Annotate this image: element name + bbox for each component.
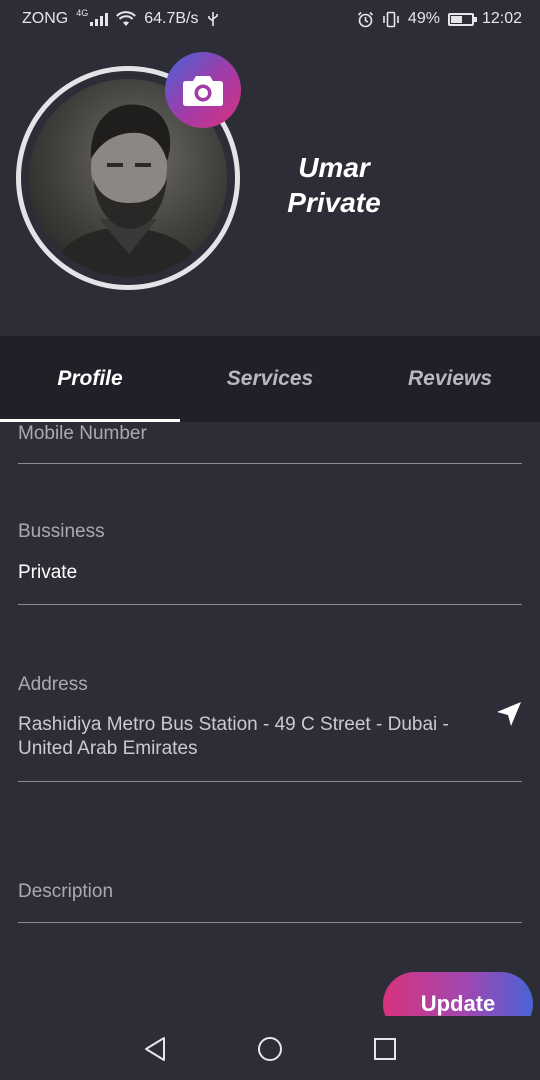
network-type: 4G xyxy=(76,8,89,18)
tab-bar: Profile Services Reviews xyxy=(0,336,540,422)
description-label: Description xyxy=(18,881,114,902)
camera-icon xyxy=(183,76,223,106)
tab-profile[interactable]: Profile xyxy=(0,336,180,422)
wifi-icon xyxy=(116,11,137,26)
status-right: 49% 12:02 xyxy=(357,10,522,28)
system-nav-bar xyxy=(0,1016,540,1080)
address-label: Address xyxy=(18,674,88,695)
address-value: Rashidiya Metro Bus Station - 49 C Stree… xyxy=(18,714,449,759)
carrier-name: ZONG xyxy=(22,10,69,27)
profile-first-name: Umar xyxy=(298,152,370,183)
recents-icon xyxy=(374,1038,396,1060)
change-photo-button[interactable] xyxy=(165,52,241,128)
address-field[interactable]: Address Rashidiya Metro Bus Station - 49… xyxy=(18,673,522,782)
business-field[interactable]: Bussiness Private xyxy=(18,520,522,605)
profile-name: Umar Private xyxy=(262,150,406,220)
tab-services[interactable]: Services xyxy=(180,336,360,422)
business-value: Private xyxy=(18,562,78,583)
description-field[interactable]: Description xyxy=(18,880,522,923)
usb-icon xyxy=(207,12,218,26)
data-speed: 64.7B/s xyxy=(144,10,199,27)
profile-business-name: Private xyxy=(287,187,381,218)
recents-button[interactable] xyxy=(370,1034,400,1064)
back-button[interactable] xyxy=(140,1034,170,1064)
battery-icon xyxy=(447,12,477,26)
alarm-icon xyxy=(357,11,373,27)
home-icon xyxy=(258,1037,282,1061)
tab-reviews[interactable]: Reviews xyxy=(360,336,540,422)
mobile-number-label: Mobile Number xyxy=(18,423,147,444)
home-button[interactable] xyxy=(255,1034,285,1064)
status-bar: ZONG 4G 64.7B/s 49% 12:02 xyxy=(0,0,540,38)
signal-icon xyxy=(90,12,109,26)
battery-percent: 49% xyxy=(407,10,440,27)
business-label: Bussiness xyxy=(18,521,105,542)
mobile-number-field[interactable]: Mobile Number xyxy=(18,422,522,464)
status-left: ZONG 4G 64.7B/s xyxy=(22,8,219,28)
clock: 12:02 xyxy=(481,10,522,27)
back-icon xyxy=(145,1037,165,1061)
vibrate-icon xyxy=(383,11,399,27)
location-arrow-icon[interactable] xyxy=(496,701,522,727)
